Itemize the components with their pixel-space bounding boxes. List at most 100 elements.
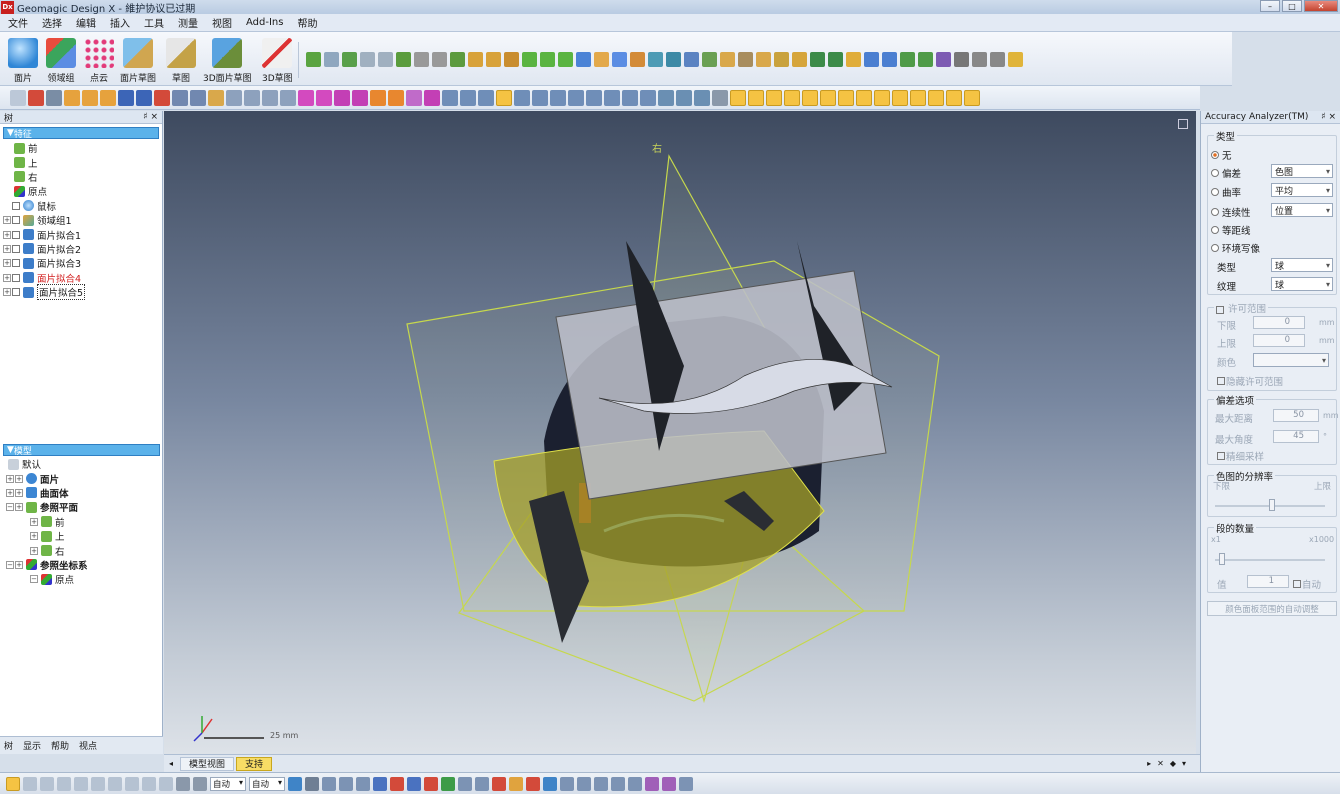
box-4-icon[interactable] — [514, 89, 530, 106]
model-item-plane-right[interactable]: + 右 — [0, 543, 163, 558]
cube-blue-icon[interactable] — [864, 52, 879, 67]
fillet-icon[interactable] — [468, 52, 483, 67]
model-item-plane-front[interactable]: + 前 — [0, 515, 163, 529]
revolve-icon[interactable] — [414, 52, 429, 67]
new-icon[interactable] — [10, 89, 26, 106]
panel-pin-close[interactable]: ♯ × — [1321, 112, 1336, 122]
cube-green-icon[interactable] — [900, 52, 915, 67]
3d-mesh-sketch-button[interactable]: 3D面片草图 — [203, 38, 252, 84]
tab-tree[interactable]: 树 — [4, 739, 13, 752]
region-group-button[interactable]: 领域组 — [46, 38, 76, 84]
split-icon[interactable] — [558, 52, 573, 67]
fine-sampling[interactable]: 精细采样 — [1217, 449, 1264, 463]
box-6-icon[interactable] — [550, 89, 566, 106]
globe-icon[interactable] — [288, 776, 302, 791]
box-11-icon[interactable] — [640, 89, 656, 106]
box-2-icon[interactable] — [460, 89, 476, 106]
marker-icon[interactable] — [356, 776, 370, 791]
knit-icon[interactable] — [756, 52, 771, 67]
3d-viewport[interactable]: 右 25 mm — [164, 111, 1196, 754]
import-icon[interactable] — [64, 89, 80, 106]
box-1-icon[interactable] — [442, 89, 458, 106]
menu-view[interactable]: 视图 — [212, 15, 232, 30]
save-icon[interactable] — [46, 89, 62, 106]
model-group-header[interactable]: ▼ 模型 — [3, 444, 160, 457]
box-9-icon[interactable] — [604, 89, 620, 106]
box-10-icon[interactable] — [622, 89, 638, 106]
point-icon[interactable] — [342, 52, 357, 67]
minimize-button[interactable]: – — [1260, 0, 1280, 12]
color-view-icon[interactable] — [509, 776, 523, 791]
triangle-1-icon[interactable] — [658, 89, 674, 106]
tree-item-region-group[interactable]: + 领域组1 — [0, 213, 162, 227]
tree-item-right[interactable]: 右 — [0, 170, 162, 184]
zoom-select-icon[interactable] — [280, 89, 296, 106]
option-continuity[interactable]: 连续性 — [1211, 205, 1251, 219]
shape-icon[interactable] — [684, 52, 699, 67]
checkbox[interactable] — [12, 244, 20, 253]
rotate-icon[interactable] — [316, 89, 332, 106]
layout-icon[interactable] — [679, 776, 693, 791]
filter-icon[interactable] — [176, 776, 190, 791]
box-3-icon[interactable] — [478, 89, 494, 106]
select-box-icon[interactable] — [990, 52, 1005, 67]
menu-measure[interactable]: 测量 — [178, 15, 198, 30]
undo-icon[interactable] — [118, 89, 134, 106]
zoom-icon[interactable] — [226, 89, 242, 106]
texture-combo[interactable]: 球 — [1271, 277, 1333, 291]
resolution-slider-thumb[interactable] — [1269, 499, 1275, 511]
model-item-origin[interactable]: − 原点 — [0, 572, 163, 586]
tab-support[interactable]: 支持 — [236, 756, 273, 771]
ruler-icon[interactable] — [560, 776, 574, 791]
menu-tools[interactable]: 工具 — [144, 15, 164, 30]
tree-item-fit-3[interactable]: + 面片拟合3 — [0, 256, 162, 270]
menu-insert[interactable]: 插入 — [110, 15, 130, 30]
gear-icon[interactable] — [972, 52, 987, 67]
section-3-icon[interactable] — [407, 776, 421, 791]
point-cloud-button[interactable]: 点云 — [84, 38, 114, 84]
zoom-area-icon[interactable] — [262, 89, 278, 106]
refresh-icon[interactable] — [154, 89, 170, 106]
tree-item-top[interactable]: 上 — [0, 155, 162, 170]
pattern-icon[interactable] — [792, 52, 807, 67]
menu-addins[interactable]: Add-Ins — [246, 17, 283, 28]
curvature-combo[interactable]: 平均 — [1271, 183, 1333, 197]
option-deviation[interactable]: 偏差 — [1211, 166, 1241, 180]
menu-file[interactable]: 文件 — [8, 15, 28, 30]
close-button[interactable]: ✕ — [1304, 0, 1338, 12]
checkbox[interactable] — [12, 259, 20, 268]
hide-range-checkbox[interactable] — [1217, 377, 1225, 385]
box-active-icon[interactable] — [496, 89, 512, 106]
select-hand-icon[interactable] — [108, 776, 122, 791]
chart-icon[interactable] — [193, 776, 207, 791]
vector-icon[interactable] — [378, 52, 393, 67]
fine-sampling-checkbox[interactable] — [1217, 452, 1225, 460]
auto-check[interactable]: 自动 — [1293, 577, 1321, 591]
trim-icon[interactable] — [720, 52, 735, 67]
section-5-icon[interactable] — [441, 776, 455, 791]
select-extend-icon[interactable] — [142, 776, 156, 791]
select-circle-icon[interactable] — [40, 776, 54, 791]
box-7-icon[interactable] — [568, 89, 584, 106]
hide-range[interactable]: 隐藏许可范围 — [1217, 374, 1283, 388]
checkbox[interactable] — [12, 288, 20, 297]
zoom-fit-icon[interactable] — [244, 89, 260, 106]
model-item-surface-body[interactable]: + + 曲面体 — [0, 486, 163, 500]
option-curvature[interactable]: 曲率 — [1211, 185, 1241, 199]
feature-group-header[interactable]: ▼ 特征 — [3, 127, 159, 140]
filter-1-icon[interactable] — [730, 89, 746, 106]
view-top-icon[interactable] — [352, 89, 368, 106]
filter-6-icon[interactable] — [820, 89, 836, 106]
status-combo-1[interactable]: 自动 — [210, 776, 246, 791]
diamond-yellow-icon[interactable] — [1008, 52, 1023, 67]
sweep-icon[interactable] — [432, 52, 447, 67]
model-item-ref-planes[interactable]: − + 参照平面 — [0, 500, 163, 514]
radio-isoline[interactable] — [1211, 226, 1219, 234]
tree-item-fit-5[interactable]: + 面片拟合5 — [0, 284, 162, 301]
section-6-icon[interactable] — [458, 776, 472, 791]
select-rect-icon[interactable] — [23, 776, 37, 791]
extrude-icon[interactable] — [396, 52, 411, 67]
checkbox[interactable] — [12, 273, 20, 282]
model-item-ref-coords[interactable]: − + 参照坐标系 — [0, 558, 163, 572]
tree-icon[interactable] — [577, 776, 591, 791]
